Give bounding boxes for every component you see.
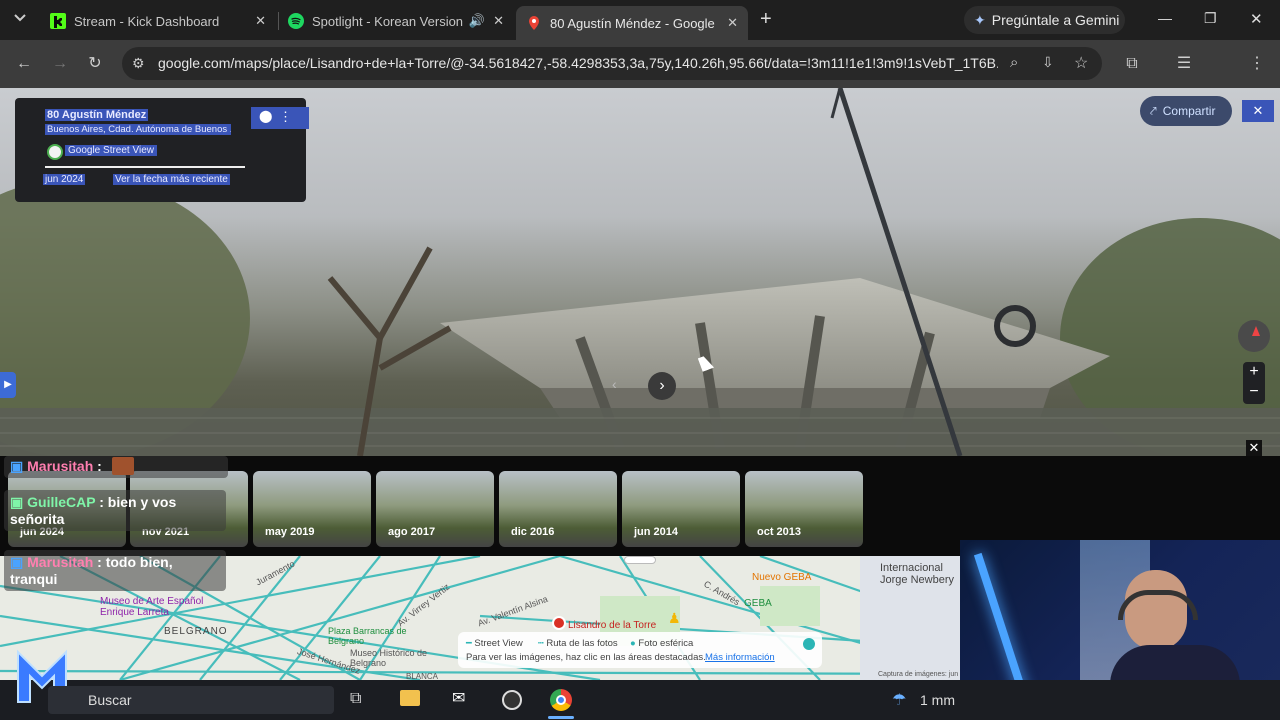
location-pin-icon[interactable]: ⬤: [259, 109, 272, 123]
taskbar: Buscar ⧉ ✉ ☂ 1 mm: [0, 649, 1280, 720]
gemini-sparkle-icon: ✦: [974, 11, 986, 28]
zoom-out-button[interactable]: −: [1243, 382, 1265, 402]
close-tab-icon[interactable]: ✕: [493, 13, 504, 29]
map-legend: ━ Street View ┅ Ruta de las fotos ● Foto…: [458, 632, 822, 668]
chat-message: ▣ GuilleCAP : bien y vos señorita: [4, 490, 226, 531]
date-slider[interactable]: [45, 166, 245, 168]
expand-panel-icon[interactable]: ▶: [0, 372, 16, 398]
forward-icon[interactable]: →: [48, 52, 72, 76]
map-attribution: Captura de imágenes: jun: [878, 671, 959, 678]
compass-icon[interactable]: [1238, 320, 1270, 352]
map-label: BELGRANO: [164, 626, 228, 637]
capture-date[interactable]: jun 2024: [43, 174, 86, 185]
close-timeline-button[interactable]: ✕: [1246, 440, 1262, 456]
app-icon[interactable]: ✉: [452, 688, 465, 708]
close-window-button[interactable]: ✕: [1250, 10, 1266, 28]
active-app-indicator: [548, 716, 574, 719]
url-text: google.com/maps/place/Lisandro+de+la+Tor…: [158, 55, 998, 71]
install-app-icon[interactable]: ⇩: [1042, 54, 1054, 71]
street-view-info-card: 80 Agustín Méndez Buenos Aires, Cdad. Au…: [15, 98, 309, 202]
map-label: Nuevo GEBA: [752, 572, 812, 583]
card-actions: ⬤ ⋮: [251, 107, 309, 129]
task-view-icon[interactable]: ⧉: [350, 690, 361, 708]
zoom-controls: + −: [1243, 362, 1265, 404]
weather-text: 1 mm: [920, 692, 955, 708]
close-tab-icon[interactable]: ✕: [727, 15, 738, 31]
address-bar[interactable]: ⚙ google.com/maps/place/Lisandro+de+la+T…: [122, 47, 1102, 80]
timeline-thumb[interactable]: may 2019: [253, 471, 371, 547]
bookmark-star-icon[interactable]: ☆: [1074, 53, 1088, 73]
tab-google-maps[interactable]: 80 Agustín Méndez - Google M ✕: [516, 6, 748, 40]
street-view-logo-icon: [47, 144, 63, 160]
site-info-icon[interactable]: ⚙: [132, 55, 145, 72]
share-button[interactable]: ⤤ Compartir: [1140, 96, 1232, 126]
nav-arrow-left-icon[interactable]: ‹: [612, 376, 617, 392]
map-label: Plaza Barrancas de Belgrano: [328, 626, 407, 646]
tab-strip: Stream - Kick Dashboard ✕ Spotlight - Ko…: [0, 0, 1280, 40]
location-pin-icon[interactable]: [552, 616, 566, 630]
weather-icon[interactable]: ☂: [892, 690, 906, 710]
new-tab-button[interactable]: +: [760, 9, 778, 29]
tab-spotlight[interactable]: Spotlight - Korean Version - 🔊 ✕: [278, 6, 514, 36]
close-tab-icon[interactable]: ✕: [255, 13, 266, 29]
street-view-source[interactable]: Google Street View: [65, 145, 157, 156]
map-label: GEBA: [744, 598, 772, 609]
zoom-icon[interactable]: ⌕: [1010, 54, 1018, 71]
extensions-icon[interactable]: ⧉: [1120, 52, 1144, 76]
gemini-button[interactable]: ✦ Pregúntale a Gemini: [964, 6, 1125, 34]
chat-message: ▣ Marusitah :: [4, 456, 228, 478]
pegman-icon[interactable]: ♟: [668, 610, 681, 627]
chrome-icon[interactable]: [550, 689, 572, 711]
map-label: Internacional Jorge Newbery: [880, 562, 954, 586]
kick-icon: [50, 13, 66, 29]
legend-toggle-icon[interactable]: [803, 638, 815, 650]
chat-message: ▣ Marusitah : todo bien, tranqui: [4, 550, 226, 591]
more-info-link[interactable]: Más información: [705, 652, 775, 663]
nav-arrow-right-icon[interactable]: ›: [648, 372, 676, 400]
taskbar-search[interactable]: Buscar: [48, 686, 334, 714]
place-title: 80 Agustín Méndez: [45, 109, 149, 121]
timeline-thumb[interactable]: jun 2014: [622, 471, 740, 547]
chat-badge-icon: ▣: [10, 458, 24, 474]
zoom-in-button[interactable]: +: [1243, 362, 1265, 382]
file-explorer-icon[interactable]: [400, 690, 420, 706]
latest-date-link[interactable]: Ver la fecha más reciente: [113, 174, 230, 185]
emote-icon: [112, 457, 134, 475]
back-icon[interactable]: ←: [12, 52, 36, 76]
share-icon: ⤤: [1150, 103, 1157, 118]
map-label: Museo de Arte Español Enrique Larreta: [100, 596, 204, 618]
minimize-button[interactable]: —: [1158, 10, 1174, 26]
chat-badge-icon: ▣: [10, 494, 24, 510]
map-resize-handle[interactable]: [624, 556, 656, 564]
browser-menu-icon[interactable]: ⋮: [1245, 52, 1269, 76]
timeline-thumb[interactable]: oct 2013: [745, 471, 863, 547]
reload-icon[interactable]: ↻: [83, 52, 107, 76]
place-subtitle: Buenos Aires, Cdad. Autónoma de Buenos .…: [45, 124, 231, 135]
map-label: Museo Histórico de Belgrano: [350, 648, 428, 668]
timeline-thumb[interactable]: dic 2016: [499, 471, 617, 547]
google-maps-icon: [529, 16, 539, 30]
map-label: Lisandro de la Torre: [568, 620, 657, 631]
obs-icon[interactable]: [502, 690, 522, 710]
speaker-icon[interactable]: 🔊: [469, 13, 485, 29]
more-options-icon[interactable]: ⋮: [279, 109, 292, 125]
tab-kick-dashboard[interactable]: Stream - Kick Dashboard ✕: [40, 6, 276, 36]
timeline-thumb[interactable]: ago 2017: [376, 471, 494, 547]
spotify-icon: [288, 13, 304, 29]
close-street-view-button[interactable]: ✕: [1242, 100, 1274, 122]
map-label: BLANCA: [406, 672, 439, 680]
tab-search-chevron-icon[interactable]: [8, 8, 32, 32]
chat-badge-icon: ▣: [10, 554, 24, 570]
restore-button[interactable]: ❐: [1204, 10, 1220, 27]
media-control-icon[interactable]: ☰: [1172, 52, 1196, 76]
